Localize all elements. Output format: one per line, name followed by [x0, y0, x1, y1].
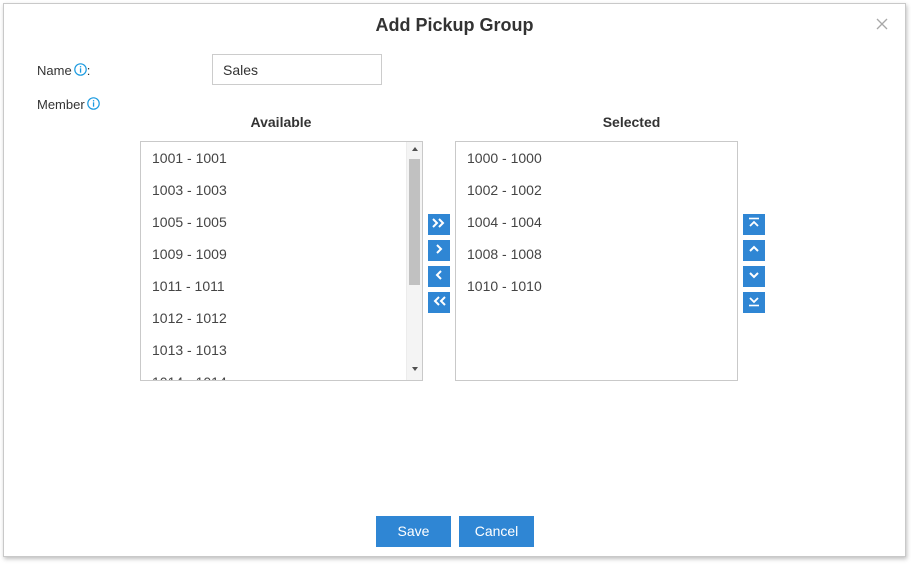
move-to-bottom-icon: [748, 294, 760, 312]
info-icon[interactable]: [86, 97, 100, 110]
list-item[interactable]: 1002 - 1002: [456, 174, 737, 206]
move-to-top-button[interactable]: [743, 214, 765, 235]
double-chevron-left-icon: [431, 294, 447, 312]
available-heading: Available: [250, 114, 312, 130]
name-label-row: Name:: [37, 63, 90, 78]
chevron-up-icon: [748, 242, 760, 260]
list-item[interactable]: 1001 - 1001: [141, 142, 406, 174]
available-listbox[interactable]: 1001 - 1001 1003 - 1003 1005 - 1005 1009…: [140, 141, 423, 381]
close-icon[interactable]: [875, 17, 889, 31]
move-all-left-button[interactable]: [428, 292, 450, 313]
list-item[interactable]: 1004 - 1004: [456, 206, 737, 238]
member-label-row: Member: [37, 97, 100, 112]
double-chevron-right-icon: [431, 216, 447, 234]
add-pickup-group-dialog: Add Pickup Group Name: Member Available …: [3, 3, 906, 557]
list-item[interactable]: 1003 - 1003: [141, 174, 406, 206]
chevron-down-icon: [748, 268, 760, 286]
move-all-right-button[interactable]: [428, 214, 450, 235]
list-item[interactable]: 1008 - 1008: [456, 238, 737, 270]
chevron-right-icon: [433, 242, 445, 260]
info-icon[interactable]: [73, 63, 87, 76]
list-item[interactable]: 1009 - 1009: [141, 238, 406, 270]
member-label: Member: [37, 97, 85, 112]
list-item[interactable]: 1010 - 1010: [456, 270, 737, 302]
cancel-button[interactable]: Cancel: [459, 516, 534, 547]
scroll-down-arrow-icon[interactable]: [407, 364, 422, 378]
selected-listbox[interactable]: 1000 - 1000 1002 - 1002 1004 - 1004 1008…: [455, 141, 738, 381]
move-to-top-icon: [748, 216, 760, 234]
list-item[interactable]: 1011 - 1011: [141, 270, 406, 302]
list-item[interactable]: 1013 - 1013: [141, 334, 406, 366]
move-up-button[interactable]: [743, 240, 765, 261]
scroll-up-arrow-icon[interactable]: [407, 144, 422, 158]
selected-heading: Selected: [602, 114, 661, 130]
move-right-button[interactable]: [428, 240, 450, 261]
move-left-button[interactable]: [428, 266, 450, 287]
move-to-bottom-button[interactable]: [743, 292, 765, 313]
scroll-thumb[interactable]: [409, 159, 420, 285]
list-item[interactable]: 1014 - 1014: [141, 366, 406, 380]
chevron-left-icon: [433, 268, 445, 286]
list-item[interactable]: 1005 - 1005: [141, 206, 406, 238]
move-down-button[interactable]: [743, 266, 765, 287]
save-button[interactable]: Save: [376, 516, 451, 547]
list-item[interactable]: 1012 - 1012: [141, 302, 406, 334]
name-input[interactable]: [212, 54, 382, 85]
name-colon: :: [86, 63, 91, 78]
available-scrollbar[interactable]: [406, 142, 422, 380]
list-item[interactable]: 1000 - 1000: [456, 142, 737, 174]
dialog-title: Add Pickup Group: [375, 15, 534, 35]
name-label: Name: [37, 63, 72, 78]
